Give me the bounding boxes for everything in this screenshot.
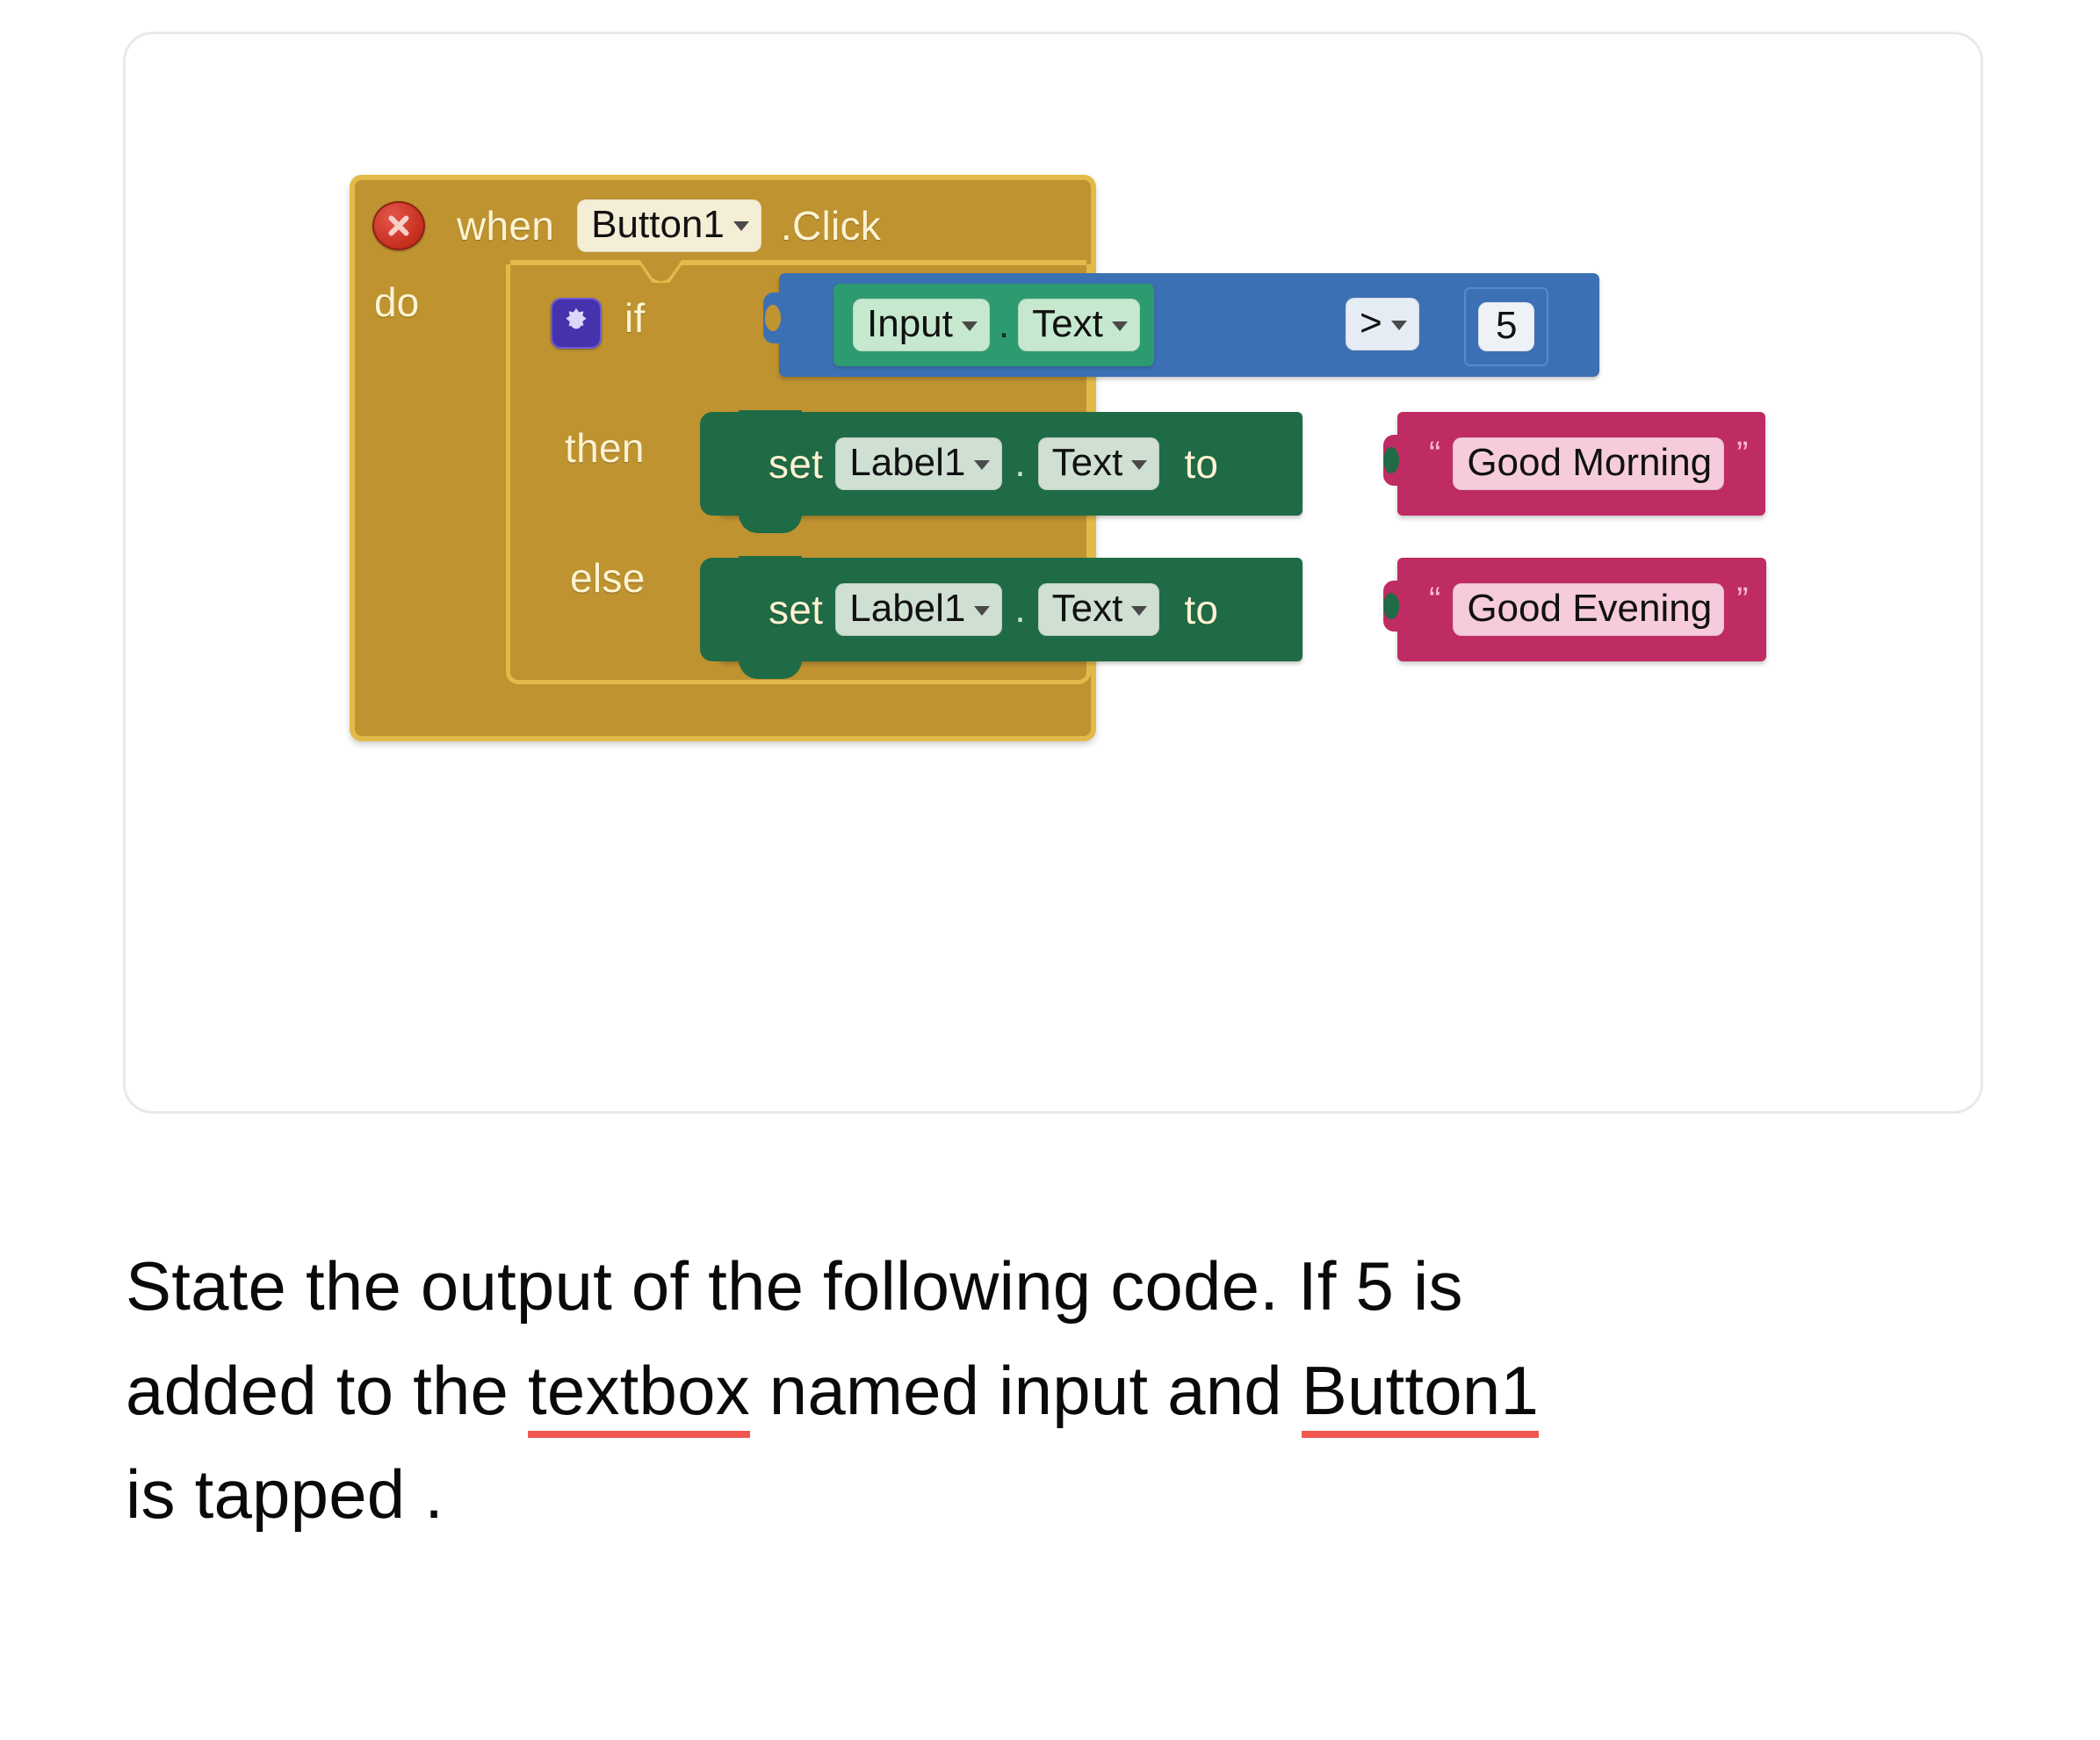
setter-block-then[interactable]: set Label1 . Text to [700,410,1303,533]
else-label: else [570,555,646,601]
event-name-label: .Click [780,202,882,249]
block-plug-left [700,412,723,516]
open-quote: “ [1429,435,1441,473]
chevron-down-icon [974,605,991,616]
set-label: set [769,441,824,487]
chevron-down-icon [732,221,749,231]
component-dropdown-input[interactable]: Input [853,299,990,351]
chevron-down-icon [1390,320,1407,330]
text-field-good-evening[interactable]: Good Evening [1453,583,1725,636]
close-x-icon[interactable] [372,200,425,250]
question-line-3: is tapped . [126,1455,444,1534]
block-notch-bottom [739,660,802,679]
component-dropdown-input-label: Input [867,302,953,345]
number-block[interactable]: 5 [1464,287,1549,366]
blocks-canvas[interactable]: when Button1 .Click do if then else Inpu… [126,34,1981,1111]
text-field-good-morning[interactable]: Good Morning [1453,437,1725,490]
close-quote: ” [1736,435,1749,473]
chevron-down-icon [974,459,991,470]
blocks-card: when Button1 .Click do if then else Inpu… [123,32,1983,1114]
set-label: set [769,587,824,632]
if-label: if [624,295,646,341]
question-line-1: State the output of the following code. … [126,1247,1463,1325]
component-dropdown-label1-label: Label1 [849,441,966,484]
component-dropdown-button1-label: Button1 [591,202,725,246]
component-dropdown-button1[interactable]: Button1 [577,199,761,252]
operator-dropdown[interactable]: > [1346,298,1419,350]
close-quote: ” [1736,581,1749,619]
chevron-down-icon [1131,605,1148,616]
property-dropdown-text[interactable]: Text [1037,437,1160,490]
block-notch-top [739,556,802,575]
property-dropdown-text[interactable]: Text [1037,583,1160,636]
to-label: to [1184,441,1219,487]
gear-icon[interactable] [551,298,602,349]
property-dropdown-text[interactable]: Text [1018,299,1140,351]
component-dropdown-label1[interactable]: Label1 [835,437,1003,490]
chevron-down-icon [961,321,978,331]
component-dropdown-label1[interactable]: Label1 [835,583,1003,636]
block-plug-left [700,558,723,661]
property-dropdown-text-label: Text [1051,441,1123,484]
question-term-button1: Button1 [1301,1351,1540,1438]
open-quote: “ [1429,581,1441,619]
event-block-header: when Button1 .Click [355,180,1091,271]
gear-glyph [566,308,587,329]
property-dropdown-text-label: Text [1032,302,1103,345]
question-line-2-part-a: added to the [126,1351,528,1429]
block-plug-left [1383,581,1401,632]
comparison-block[interactable]: Input . Text > 5 [763,273,1599,377]
component-dropdown-label1-label: Label1 [849,587,966,630]
question-term-textbox: textbox [528,1351,750,1438]
question-line-2: added to the textbox named input and But… [126,1339,2023,1443]
operator-label: > [1360,301,1382,344]
do-label: do [374,279,420,325]
block-notch-bottom [739,514,802,533]
number-field[interactable]: 5 [1478,302,1535,351]
block-notch-top [739,410,802,430]
setter-block-else[interactable]: set Label1 . Text to [700,556,1303,679]
getter-block-input-text[interactable]: Input . Text [834,284,1154,366]
text-string-block-good-evening[interactable]: “ Good Evening ” [1383,558,1766,661]
when-label: when [457,202,555,249]
chevron-down-icon [1111,321,1128,331]
property-dropdown-text-label: Text [1051,587,1123,630]
block-plug-left [763,292,783,343]
to-label: to [1184,587,1219,632]
text-string-block-good-morning[interactable]: “ Good Morning ” [1383,412,1766,516]
block-plug-left [1383,435,1401,486]
question-line-2-part-b: named input and [749,1351,1302,1429]
chevron-down-icon [1131,459,1148,470]
question-text: State the output of the following code. … [126,1234,2023,1547]
then-label: then [565,425,645,471]
